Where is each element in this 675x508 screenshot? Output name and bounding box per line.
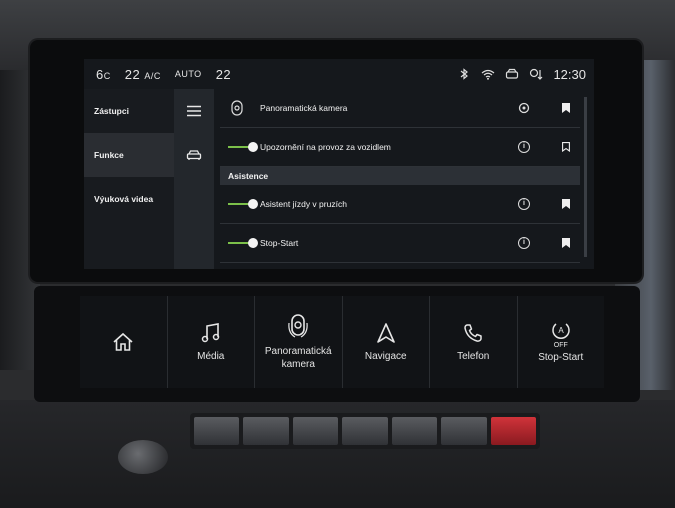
physical-button-row <box>190 413 540 449</box>
sidebar: Zástupci Funkce Výuková videa <box>84 89 174 269</box>
bookmark-filled-icon[interactable] <box>562 238 570 248</box>
hamburger-menu-icon[interactable] <box>174 89 214 133</box>
navigation-button[interactable]: Navigace <box>343 296 430 388</box>
info-icon[interactable]: i <box>518 198 530 210</box>
toggle-switch[interactable] <box>228 199 258 209</box>
fan-ac[interactable]: 22 A/C <box>125 67 161 82</box>
info-icon[interactable]: i <box>518 141 530 153</box>
media-label: Média <box>197 350 225 362</box>
camera-settings-icon <box>231 100 243 116</box>
home-icon <box>113 332 133 351</box>
wifi-icon <box>482 69 495 80</box>
sidebar-item-vyukova-videa[interactable]: Výuková videa <box>84 177 174 221</box>
row-label: Asistent jízdy v pruzích <box>260 199 347 209</box>
list-row-asistent-jizdy[interactable]: Asistent jízdy v pruzích i <box>220 185 580 224</box>
touch-bar: Média Panoramatická kamera Navigace Tele… <box>80 296 604 388</box>
settings-gear-icon[interactable] <box>518 102 530 114</box>
navigation-icon <box>376 322 395 343</box>
stop-start-off-icon: A <box>552 323 570 339</box>
right-temperature[interactable]: 22 <box>216 67 231 82</box>
bookmark-filled-icon[interactable] <box>562 199 570 209</box>
bluetooth-icon <box>461 68 469 80</box>
volume-knob[interactable] <box>118 440 168 474</box>
navigation-label: Navigace <box>364 350 407 362</box>
media-button[interactable]: Média <box>168 296 255 388</box>
bookmark-filled-icon[interactable] <box>562 103 570 113</box>
row-label: Stop-Start <box>260 238 299 248</box>
phone-button[interactable]: Telefon <box>430 296 518 388</box>
scrollbar[interactable] <box>584 97 587 257</box>
physical-key[interactable] <box>194 417 240 445</box>
list-row-panoramicka-kamera[interactable]: Panoramatická kamera <box>220 89 580 128</box>
car-connect-icon <box>506 68 519 79</box>
sidebar-item-zastupci[interactable]: Zástupci <box>84 89 174 133</box>
car-functions-icon[interactable] <box>174 133 214 177</box>
toggle-switch[interactable] <box>228 142 258 152</box>
panoramic-camera-button[interactable]: Panoramatická kamera <box>255 296 343 388</box>
infotainment-screen: 6C 22 A/C AUTO 22 12:30 Zástupci Funkce … <box>84 59 594 269</box>
physical-key[interactable] <box>441 417 487 445</box>
svg-text:A: A <box>558 326 564 335</box>
auto-label[interactable]: AUTO <box>175 69 202 79</box>
physical-key[interactable] <box>292 417 339 445</box>
bookmark-outline-icon[interactable] <box>562 142 570 152</box>
info-icon[interactable]: i <box>518 237 530 249</box>
camera-icon <box>288 314 308 338</box>
list-row-upozorneni[interactable]: Upozornění na provoz za vozidlem i <box>220 128 580 167</box>
sidebar-item-funkce[interactable]: Funkce <box>84 133 174 177</box>
physical-key[interactable] <box>243 417 289 445</box>
section-header-asistence: Asistence <box>220 167 580 185</box>
home-button[interactable] <box>80 296 168 388</box>
row-label: Panoramatická kamera <box>260 103 348 113</box>
panoramic-camera-label: Panoramatická kamera <box>264 346 332 370</box>
status-bar: 6C 22 A/C AUTO 22 12:30 <box>84 59 594 89</box>
clock: 12:30 <box>553 66 586 82</box>
list-row-stop-start[interactable]: Stop-Start i <box>220 224 580 263</box>
physical-key[interactable] <box>342 417 388 445</box>
signal-icon <box>530 68 543 80</box>
stop-start-badge: OFF <box>553 342 568 349</box>
row-label: Upozornění na provoz za vozidlem <box>260 142 391 152</box>
music-icon <box>201 322 219 342</box>
left-temperature[interactable]: 6C <box>96 67 111 82</box>
settings-list: Panoramatická kamera Upozornění na provo… <box>220 89 580 269</box>
physical-key[interactable] <box>391 417 438 445</box>
stop-start-label: Stop-Start <box>538 352 584 363</box>
phone-icon <box>464 323 482 342</box>
sidebar-icon-column <box>174 89 214 269</box>
phone-label: Telefon <box>457 350 490 362</box>
stop-start-button[interactable]: A OFF Stop-Start <box>518 296 605 388</box>
hazard-button[interactable] <box>490 417 536 445</box>
toggle-switch[interactable] <box>228 238 258 248</box>
